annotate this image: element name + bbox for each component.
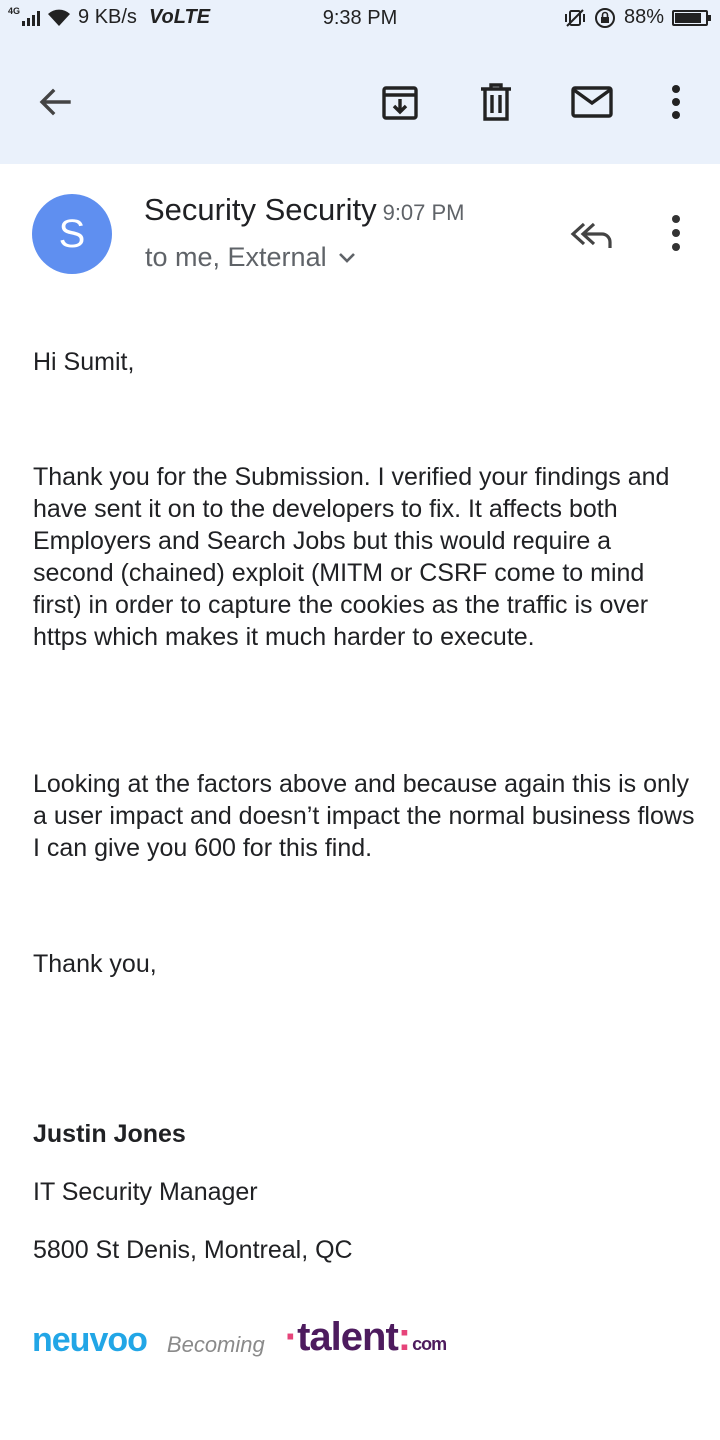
reply-all-button[interactable] xyxy=(568,214,616,258)
reply-all-icon xyxy=(570,222,612,248)
body-paragraph-1: Thank you for the Submission. I verified… xyxy=(33,463,670,651)
back-button[interactable] xyxy=(33,80,77,124)
becoming-logo: Becoming xyxy=(166,1332,265,1357)
status-bar: 4G 9 KB/s VoLTE 9:38 PM 88% xyxy=(0,0,720,38)
vibrate-icon xyxy=(564,8,585,27)
sender-line: Security Security 9:07 PM xyxy=(144,192,465,228)
talent-logo: ·talent: com xyxy=(284,1315,447,1359)
message-time: 9:07 PM xyxy=(382,200,465,225)
more-vert-icon xyxy=(672,215,680,251)
message-more-button[interactable] xyxy=(656,214,696,254)
closing: Thank you, xyxy=(33,950,157,978)
mark-unread-button[interactable] xyxy=(570,80,614,124)
talent-logo-text: talent xyxy=(297,1315,399,1359)
battery-percent: 88% xyxy=(623,6,664,28)
signature-name: Justin Jones xyxy=(33,1120,186,1148)
signature-logos: neuvoo Becoming ·talent: com xyxy=(32,1300,447,1360)
talent-logo-com: com xyxy=(412,1334,447,1354)
sender-name: Security Security xyxy=(144,192,377,227)
status-right: 88% xyxy=(564,6,711,29)
recipients-toggle[interactable]: to me, External xyxy=(145,242,357,273)
chevron-down-icon xyxy=(338,252,355,263)
archive-icon xyxy=(382,86,418,120)
signature-title: IT Security Manager xyxy=(33,1178,258,1206)
rotation-lock-icon xyxy=(594,7,615,28)
archive-button[interactable] xyxy=(378,80,422,124)
neuvoo-logo: neuvoo xyxy=(32,1321,148,1359)
recipients-label: to me, External xyxy=(145,242,327,272)
delete-button[interactable] xyxy=(474,80,518,124)
avatar[interactable]: S xyxy=(32,194,112,274)
mail-icon xyxy=(571,86,613,118)
greeting: Hi Sumit, xyxy=(33,348,135,376)
battery-icon xyxy=(672,9,711,26)
arrow-left-icon xyxy=(39,88,71,116)
more-vert-icon xyxy=(672,85,680,119)
more-options-button[interactable] xyxy=(654,80,698,124)
app-bar xyxy=(0,38,720,164)
signature-address: 5800 St Denis, Montreal, QC xyxy=(33,1236,353,1264)
body-paragraph-2: Looking at the factors above and because… xyxy=(33,770,695,862)
battery-fill xyxy=(675,12,702,23)
trash-icon xyxy=(481,83,511,121)
